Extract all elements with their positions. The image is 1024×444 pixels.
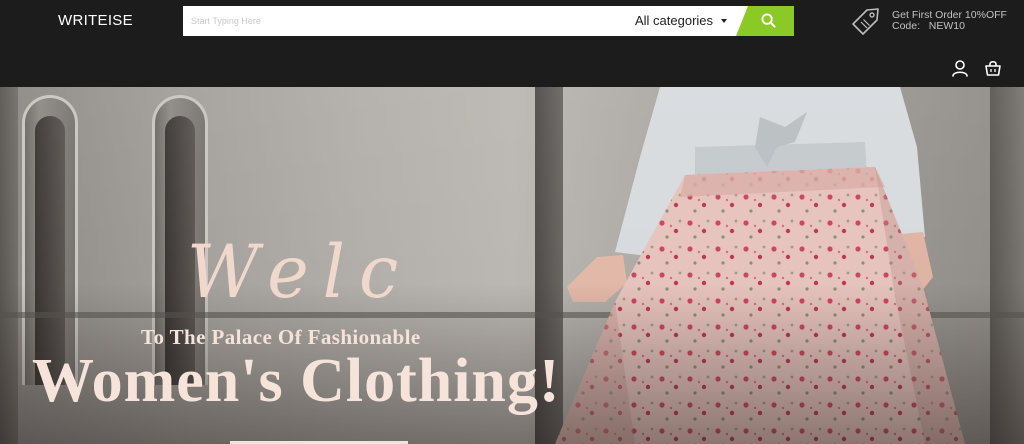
hero-title: Women's Clothing! [32, 347, 561, 415]
tag-icon [852, 8, 879, 35]
site-logo[interactable]: WRITEISE [58, 12, 133, 29]
search-bar: All categories [183, 6, 794, 36]
search-button[interactable] [736, 6, 794, 36]
user-icon[interactable] [951, 59, 969, 77]
cart-icon[interactable] [984, 59, 1002, 77]
hero-banner: Welc To The Palace Of Fashionable Women'… [0, 87, 1024, 444]
site-header: WRITEISE All categories Get First Order … [0, 0, 1024, 87]
hero-script-text: Welc [187, 228, 413, 316]
category-dropdown-label: All categories [635, 13, 714, 28]
search-input[interactable] [183, 6, 613, 36]
category-dropdown[interactable]: All categories [635, 6, 731, 36]
promo-banner: Get First Order 10%OFF Code: NEW10 [849, 4, 1019, 38]
promo-code-text: Code: NEW10 [892, 20, 965, 32]
search-icon [761, 13, 776, 28]
caret-down-icon [721, 19, 728, 23]
